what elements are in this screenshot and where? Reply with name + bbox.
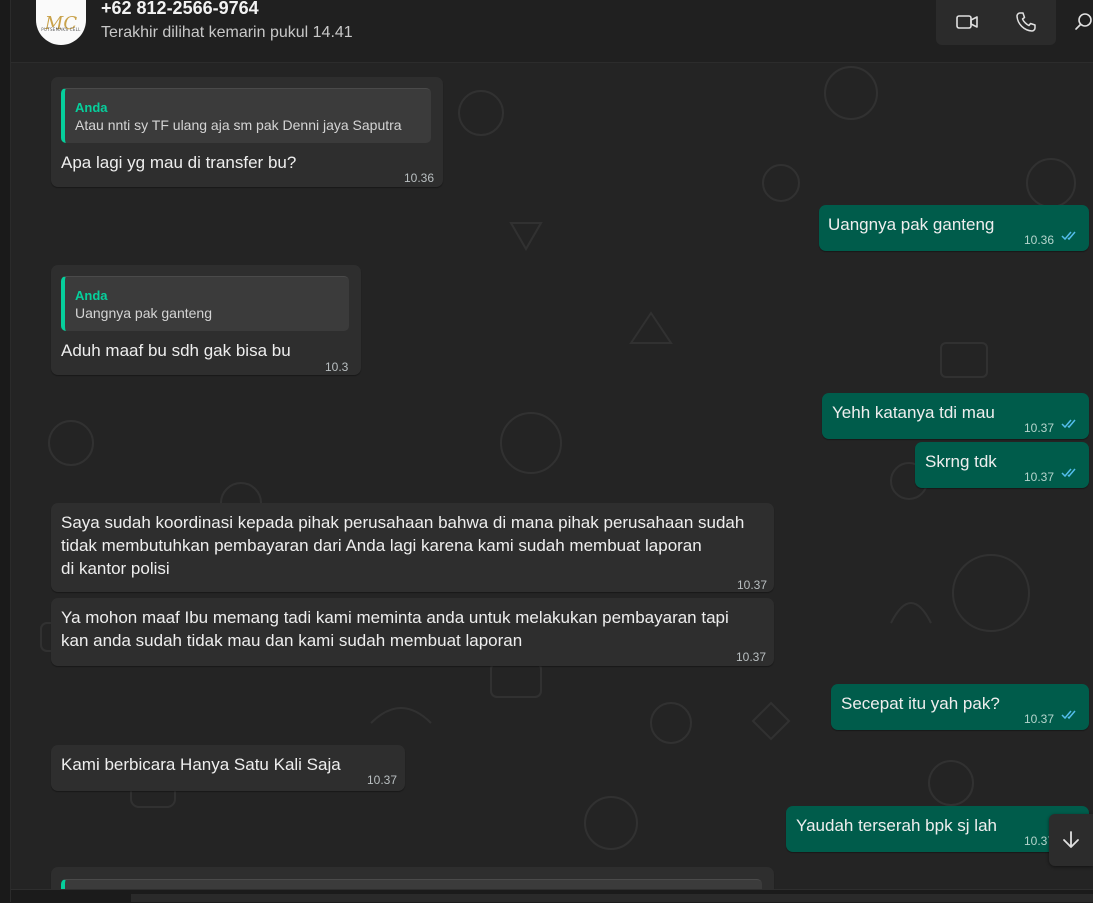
chat-header: MC PUTSEMAKS CELL +62 812-2566-9764 Tera… bbox=[0, 0, 1093, 63]
read-receipt-icon bbox=[1061, 231, 1076, 241]
message-text-line: kan anda sudah tidak mau dan kami sudah … bbox=[61, 631, 523, 650]
message-text: Apa lagi yg mau di transfer bu? bbox=[61, 153, 297, 172]
message-text-line: tidak membutuhkan pembayaran dari Anda l… bbox=[61, 536, 702, 555]
incoming-message-partial[interactable] bbox=[51, 867, 774, 889]
quoted-reply[interactable] bbox=[61, 879, 762, 889]
message-text: Skrng tdk bbox=[925, 452, 997, 471]
arrow-down-icon bbox=[1063, 831, 1079, 848]
read-receipt-icon bbox=[1061, 710, 1076, 720]
incoming-message[interactable]: Anda Uangnya pak ganteng Aduh maaf bu sd… bbox=[51, 265, 361, 375]
quoted-text: Atau nnti sy TF ulang aja sm pak Denni j… bbox=[75, 117, 402, 133]
message-text: Aduh maaf bu sdh gak bisa bu bbox=[61, 341, 291, 360]
message-text-line: Ya mohon maaf Ibu memang tadi kami memin… bbox=[61, 608, 729, 627]
message-time: 10.37 bbox=[1024, 470, 1055, 484]
sidebar-edge bbox=[0, 0, 11, 902]
outgoing-message[interactable]: Secepat itu yah pak? 10.37 bbox=[831, 684, 1089, 730]
message-time: 10.37 bbox=[737, 578, 768, 592]
message-time: 10.37 bbox=[1024, 712, 1055, 726]
voice-call-icon[interactable] bbox=[1014, 10, 1038, 34]
quoted-reply[interactable]: Anda Uangnya pak ganteng bbox=[61, 276, 349, 331]
outgoing-message[interactable]: Skrng tdk 10.37 bbox=[915, 442, 1089, 488]
horizontal-scrollbar[interactable] bbox=[131, 894, 1093, 902]
message-time: 10.37 bbox=[736, 650, 767, 664]
incoming-message[interactable]: Anda Atau nnti sy TF ulang aja sm pak De… bbox=[51, 77, 443, 187]
avatar[interactable]: MC PUTSEMAKS CELL bbox=[36, 0, 86, 45]
message-time: 10.37 bbox=[1024, 421, 1055, 435]
quoted-text: Uangnya pak ganteng bbox=[75, 305, 212, 321]
read-receipt-icon bbox=[1061, 468, 1076, 478]
video-call-icon[interactable] bbox=[955, 10, 979, 34]
message-time: 10.36 bbox=[325, 360, 349, 374]
avatar-subtext: PUTSEMAKS CELL bbox=[41, 27, 81, 32]
contact-name[interactable]: +62 812-2566-9764 bbox=[101, 0, 259, 19]
message-time: 10.36 bbox=[1024, 233, 1055, 247]
message-time: 10.36 bbox=[404, 171, 435, 185]
message-list[interactable]: Anda Atau nnti sy TF ulang aja sm pak De… bbox=[11, 63, 1093, 889]
scroll-to-bottom-button[interactable] bbox=[1049, 814, 1093, 866]
last-seen-status: Terakhir dilihat kemarin pukul 14.41 bbox=[101, 24, 353, 41]
message-text: Yaudah terserah bpk sj lah bbox=[796, 816, 997, 835]
outgoing-message[interactable]: Uangnya pak ganteng 10.36 bbox=[819, 205, 1089, 251]
incoming-message[interactable]: Kami berbicara Hanya Satu Kali Saja 10.3… bbox=[51, 745, 405, 791]
message-time: 10.37 bbox=[367, 773, 398, 787]
outgoing-message[interactable]: Yaudah terserah bpk sj lah 10.37 bbox=[786, 806, 1089, 852]
search-icon[interactable] bbox=[1072, 10, 1093, 34]
message-text-line: Saya sudah koordinasi kepada pihak perus… bbox=[61, 513, 745, 532]
message-text: Kami berbicara Hanya Satu Kali Saja bbox=[61, 755, 341, 774]
quoted-reply[interactable]: Anda Atau nnti sy TF ulang aja sm pak De… bbox=[61, 88, 431, 143]
message-text: Uangnya pak ganteng bbox=[828, 215, 995, 234]
message-text-line: di kantor polisi bbox=[61, 559, 170, 578]
read-receipt-icon bbox=[1061, 419, 1076, 429]
message-text: Yehh katanya tdi mau bbox=[832, 403, 995, 422]
message-text: Secepat itu yah pak? bbox=[841, 694, 1000, 713]
call-button-group bbox=[936, 0, 1056, 45]
outgoing-message[interactable]: Yehh katanya tdi mau 10.37 bbox=[822, 393, 1089, 439]
incoming-message[interactable]: Saya sudah koordinasi kepada pihak perus… bbox=[51, 503, 774, 592]
incoming-message[interactable]: Ya mohon maaf Ibu memang tadi kami memin… bbox=[51, 598, 774, 666]
